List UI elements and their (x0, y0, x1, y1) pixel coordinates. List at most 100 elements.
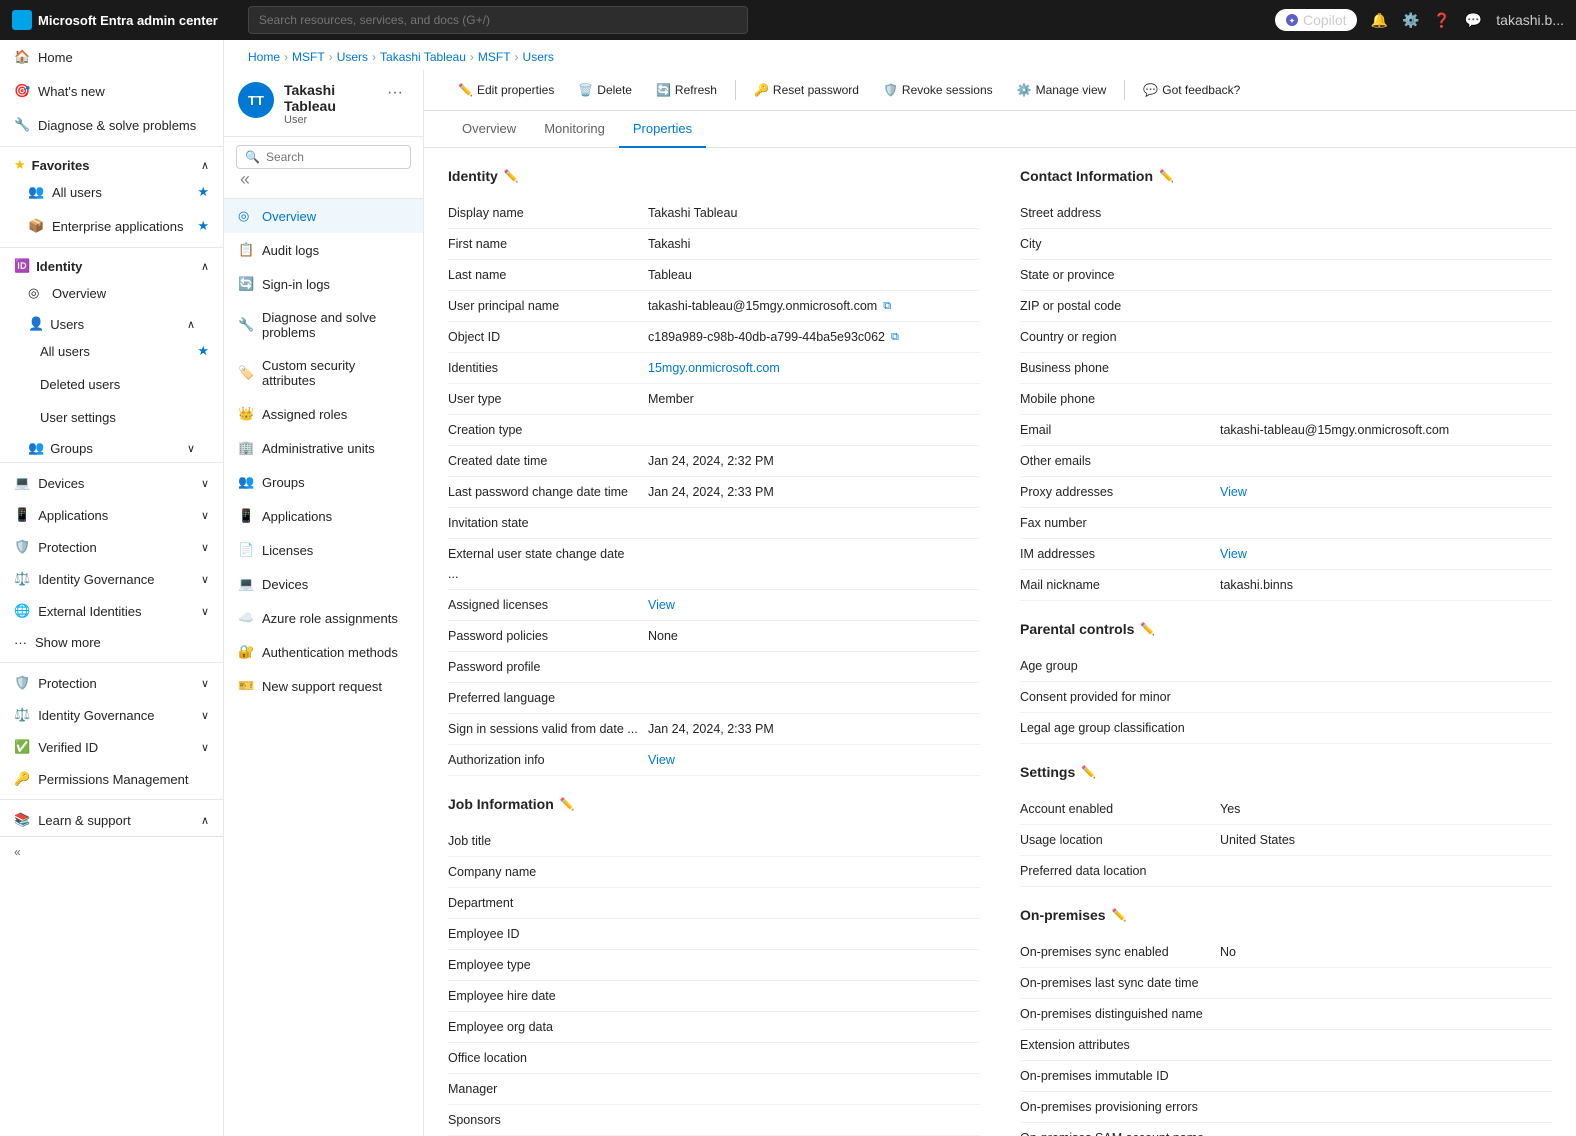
identity-chevron[interactable]: ∧ (201, 260, 209, 273)
breadcrumb-users-1[interactable]: Users (337, 50, 368, 64)
groups-chevron[interactable]: ∨ (187, 442, 195, 455)
reset-password-button[interactable]: 🔑 Reset password (744, 78, 869, 102)
learn-chevron[interactable]: ∧ (201, 814, 209, 827)
prop-row: Assigned licensesView (448, 590, 980, 621)
protection-chevron[interactable]: ∨ (201, 541, 209, 554)
copy-icon[interactable]: ⧉ (891, 327, 899, 347)
inner-nav-assigned-roles[interactable]: 👑 Assigned roles (224, 397, 423, 431)
tab-properties[interactable]: Properties (619, 111, 706, 148)
sidebar-item-protection[interactable]: 🛡️ Protection ∨ (0, 531, 223, 563)
feedback-icon[interactable]: 💬 (1465, 12, 1482, 29)
inner-search-input[interactable] (266, 150, 421, 164)
breadcrumb-msft-1[interactable]: MSFT (292, 50, 325, 64)
inner-nav-applications[interactable]: 📱 Applications (224, 499, 423, 533)
devices-chevron[interactable]: ∨ (201, 477, 209, 490)
inner-nav-admin-units[interactable]: 🏢 Administrative units (224, 431, 423, 465)
inner-nav-audit-logs[interactable]: 📋 Audit logs (224, 233, 423, 267)
verified-id-chevron[interactable]: ∨ (201, 741, 209, 754)
prop-link[interactable]: View (1220, 544, 1247, 564)
sidebar-item-enterprise-apps-fav[interactable]: 📦 Enterprise applications ★ (0, 209, 223, 243)
prop-value: takashi-tableau@15mgy.onmicrosoft.com⧉ (648, 296, 980, 316)
prop-row: Country or region (1020, 322, 1552, 353)
prop-link[interactable]: View (648, 595, 675, 615)
sidebar-item-applications[interactable]: 📱 Applications ∨ (0, 499, 223, 531)
sidebar-item-external-id[interactable]: 🌐 External Identities ∨ (0, 595, 223, 627)
sidebar-item-whats-new[interactable]: 🎯 What's new (0, 74, 223, 108)
inner-nav-custom-security[interactable]: 🏷️ Custom security attributes (224, 349, 423, 397)
external-id-chevron[interactable]: ∨ (201, 605, 209, 618)
onprem-edit-icon[interactable]: ✏️ (1112, 908, 1127, 922)
settings-icon[interactable]: ⚙️ (1402, 12, 1419, 29)
sidebar-item-show-more[interactable]: ··· Show more (0, 627, 223, 658)
copilot-button[interactable]: ✦ Copilot (1275, 9, 1357, 31)
sidebar-item-deleted-users[interactable]: Deleted users (0, 368, 223, 401)
settings-edit-icon[interactable]: ✏️ (1081, 765, 1096, 779)
inner-nav-overview[interactable]: ◎ Overview (224, 199, 423, 233)
users-subsection-header[interactable]: 👤 Users ∧ (0, 310, 223, 334)
users-sub-chevron[interactable]: ∧ (187, 318, 195, 331)
prop-row: On-premises SAM account name (1020, 1123, 1552, 1136)
protection-2-icon: 🛡️ (14, 675, 30, 691)
prop-link[interactable]: View (648, 750, 675, 770)
sidebar-item-diagnose[interactable]: 🔧 Diagnose & solve problems (0, 108, 223, 142)
inner-nav-azure-roles[interactable]: ☁️ Azure role assignments (224, 601, 423, 635)
inner-sidebar-collapse-icon[interactable]: « (240, 169, 250, 189)
identity-edit-icon[interactable]: ✏️ (504, 169, 519, 183)
search-input[interactable] (248, 6, 748, 34)
applications-chevron[interactable]: ∨ (201, 509, 209, 522)
sidebar-item-all-users-fav[interactable]: 👥 All users ★ (0, 175, 223, 209)
user-more-options-button[interactable]: ··· (381, 82, 409, 104)
groups-subsection-header[interactable]: 👥 Groups ∨ (0, 434, 223, 458)
sidebar-item-identity-governance[interactable]: ⚖️ Identity Governance ∨ (0, 563, 223, 595)
prop-link[interactable]: View (1220, 482, 1247, 502)
prop-label: IM addresses (1020, 544, 1220, 564)
feedback-button[interactable]: 💬 Got feedback? (1133, 78, 1250, 102)
prop-row: Last password change date timeJan 24, 20… (448, 477, 980, 508)
sidebar-item-all-users[interactable]: All users ★ (0, 334, 223, 368)
copy-icon[interactable]: ⧉ (883, 296, 891, 316)
sidebar-item-home[interactable]: 🏠 Home (0, 40, 223, 74)
identity-gov-chevron[interactable]: ∨ (201, 573, 209, 586)
delete-button[interactable]: 🗑️ Delete (568, 78, 642, 102)
identity-section-header[interactable]: 🆔 Identity ∧ (0, 252, 223, 276)
inner-nav-groups[interactable]: 👥 Groups (224, 465, 423, 499)
edit-properties-button[interactable]: ✏️ Edit properties (448, 78, 564, 102)
identity-gov-2-chevron[interactable]: ∨ (201, 709, 209, 722)
inner-nav-diagnose[interactable]: 🔧 Diagnose and solve problems (224, 301, 423, 349)
sidebar-item-devices[interactable]: 💻 Devices ∨ (0, 467, 223, 499)
sidebar-item-protection-2[interactable]: 🛡️ Protection ∨ (0, 667, 223, 699)
inner-nav-signin-logs[interactable]: 🔄 Sign-in logs (224, 267, 423, 301)
revoke-sessions-button[interactable]: 🛡️ Revoke sessions (873, 78, 1003, 102)
sidebar-collapse-button[interactable]: « (0, 836, 223, 867)
inner-nav-devices[interactable]: 💻 Devices (224, 567, 423, 601)
breadcrumb-sep-1: › (329, 50, 333, 64)
inner-nav-licenses[interactable]: 📄 Licenses (224, 533, 423, 567)
notifications-icon[interactable]: 🔔 (1371, 12, 1388, 29)
user-name[interactable]: takashi.b... (1496, 12, 1564, 28)
parental-edit-icon[interactable]: ✏️ (1140, 622, 1155, 636)
sidebar-item-learn[interactable]: 📚 Learn & support ∧ (0, 804, 223, 836)
inner-nav-new-support[interactable]: 🎫 New support request (224, 669, 423, 703)
prop-link[interactable]: 15mgy.onmicrosoft.com (648, 358, 780, 378)
sidebar-item-verified-id[interactable]: ✅ Verified ID ∨ (0, 731, 223, 763)
breadcrumb-users-2[interactable]: Users (523, 50, 554, 64)
inner-nav-auth-methods[interactable]: 🔐 Authentication methods (224, 635, 423, 669)
breadcrumb-user-name[interactable]: Takashi Tableau (380, 50, 466, 64)
sidebar-item-user-settings[interactable]: User settings (0, 401, 223, 434)
tab-overview[interactable]: Overview (448, 111, 530, 148)
breadcrumb-msft-2[interactable]: MSFT (478, 50, 511, 64)
tab-monitoring[interactable]: Monitoring (530, 111, 619, 148)
help-icon[interactable]: ❓ (1433, 12, 1450, 29)
job-edit-icon[interactable]: ✏️ (560, 797, 575, 811)
favorites-chevron[interactable]: ∧ (201, 159, 209, 172)
sidebar-item-identity-overview[interactable]: ◎ Overview (0, 276, 223, 310)
protection-2-chevron[interactable]: ∨ (201, 677, 209, 690)
sidebar-item-identity-governance-2[interactable]: ⚖️ Identity Governance ∨ (0, 699, 223, 731)
refresh-button[interactable]: 🔄 Refresh (646, 78, 727, 102)
contact-edit-icon[interactable]: ✏️ (1159, 169, 1174, 183)
sidebar-item-permissions[interactable]: 🔑 Permissions Management (0, 763, 223, 795)
inner-overview-label: Overview (262, 209, 316, 224)
manage-view-button[interactable]: ⚙️ Manage view (1007, 78, 1117, 102)
settings-section-title: Settings ✏️ (1020, 764, 1552, 780)
breadcrumb-home[interactable]: Home (248, 50, 280, 64)
